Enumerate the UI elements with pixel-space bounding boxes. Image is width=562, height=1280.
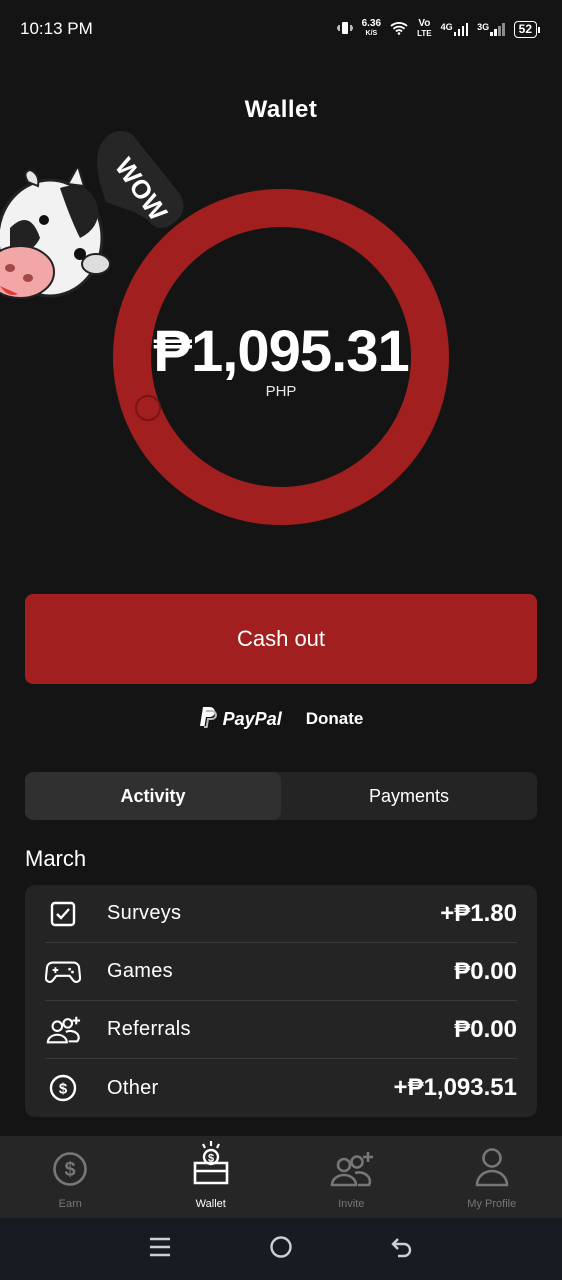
nav-wallet[interactable]: $ Wallet [141,1136,282,1218]
activity-value: ₱0.00 [454,957,517,985]
tab-activity[interactable]: Activity [25,772,281,820]
activity-label: Games [107,960,173,982]
status-bar: 10:13 PM 6.36 K/S Vo LTE 4G 3G 52 [0,0,562,58]
cow-sticker-icon [0,168,111,299]
activity-label: Surveys [107,902,182,924]
activity-row-games[interactable]: Games ₱0.00 [45,943,517,1001]
signal-bars-icon [453,22,469,36]
wallet-icon: $ [192,1141,230,1192]
battery-icon: 52 [513,20,541,38]
wifi-icon [390,21,408,38]
activity-value: +₱1.80 [440,899,517,927]
system-nav-bar [0,1218,562,1280]
nav-my-profile[interactable]: My Profile [422,1136,562,1218]
dollar-coin-icon: $ [52,1151,88,1192]
activity-row-referrals[interactable]: Referrals ₱0.00 [45,1001,517,1059]
net-speed: 6.36 K/S [362,19,381,39]
home-icon[interactable] [269,1235,293,1264]
checkbox-icon [45,896,81,932]
donate-link[interactable]: Donate [306,709,364,729]
paypal-logo-icon [199,706,217,733]
sim1-type: 4G [440,22,453,32]
activity-value: +₱1,093.51 [393,1074,517,1101]
nav-label: Wallet [195,1198,226,1210]
profile-icon [474,1147,510,1192]
sim1-signal: 4G [441,22,469,36]
activity-label: Other [107,1076,159,1099]
invite-icon [328,1151,374,1192]
activity-label: Referrals [107,1018,191,1040]
sim2-type: 3G [477,22,490,32]
wallet-tabs: Activity Payments [25,772,537,820]
net-speed-value: 6.36 [361,18,382,29]
status-icons: 6.36 K/S Vo LTE 4G 3G 52 [335,19,541,39]
net-speed-unit: K/S [365,30,378,37]
cash-out-button[interactable]: Cash out [25,594,537,684]
volte-bottom: LTE [417,29,432,38]
add-users-icon [45,1012,81,1048]
activity-row-other[interactable]: $ Other +₱1,093.51 [45,1059,517,1117]
bottom-nav: $ Earn $ Wallet Invite My Profile [0,1136,562,1218]
activity-row-surveys[interactable]: Surveys +₱1.80 [45,885,517,943]
activity-card: Surveys +₱1.80 Games ₱0.00 Referrals ₱0.… [25,885,537,1117]
nav-label: Invite [338,1198,365,1210]
battery-level: 52 [518,22,532,36]
volte-indicator: Vo LTE [417,19,432,39]
nav-label: My Profile [467,1198,517,1210]
paypal-donate-row[interactable]: PayPal Donate [0,704,562,734]
activity-value: ₱0.00 [454,1015,517,1043]
status-time: 10:13 PM [20,19,93,38]
vibrate-icon [335,21,354,38]
gamepad-icon [45,954,81,990]
month-label: March [25,846,87,871]
balance-amount: ₱1,095.31 [153,319,409,384]
nav-invite[interactable]: Invite [281,1136,422,1218]
volte-top: Vo [418,18,431,29]
paypal-brand: PayPal [199,706,282,733]
menu-icon[interactable] [148,1236,172,1263]
sim2-signal: 3G [477,22,505,36]
page-title: Wallet [244,96,318,123]
paypal-wordmark: PayPal [222,708,282,729]
dollar-coin-icon: $ [45,1070,81,1106]
back-icon[interactable] [390,1235,414,1264]
svg-text:$: $ [59,1081,68,1098]
tab-payments[interactable]: Payments [281,772,537,820]
nav-label: Earn [58,1198,82,1210]
balance-currency: PHP [265,383,297,400]
nav-earn[interactable]: $ Earn [0,1136,141,1218]
signal-bars-icon [490,22,505,36]
svg-text:$: $ [65,1159,76,1181]
